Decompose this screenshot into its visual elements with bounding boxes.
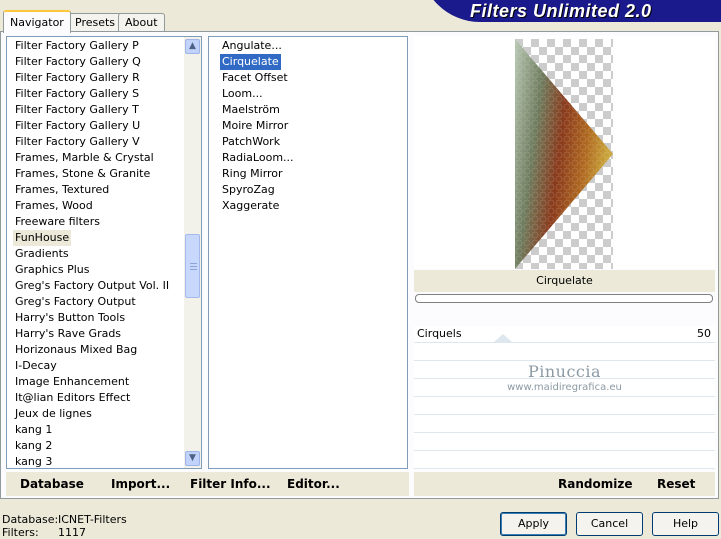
filter-item[interactable]: Angulate... bbox=[220, 38, 284, 54]
chevron-up-icon[interactable]: ▲ bbox=[185, 39, 200, 54]
watermark-url: www.maidiregrafica.eu bbox=[507, 382, 622, 393]
slider-label: Cirquels bbox=[417, 327, 462, 340]
slider-cirquels[interactable]: Cirquels 50 bbox=[414, 326, 715, 343]
slider-thumb[interactable] bbox=[494, 334, 513, 342]
category-item[interactable]: It@lian Editors Effect bbox=[13, 390, 132, 406]
filter-item[interactable]: Ring Mirror bbox=[220, 166, 285, 182]
randomize-button[interactable]: Randomize bbox=[558, 477, 632, 491]
filter-controls: Cirquels 50 bbox=[414, 326, 715, 469]
tab-navigator[interactable]: Navigator bbox=[3, 10, 71, 33]
category-item[interactable]: Gradients bbox=[13, 246, 71, 262]
reset-button[interactable]: Reset bbox=[657, 477, 695, 491]
category-item[interactable]: Horizonaus Mixed Bag bbox=[13, 342, 139, 358]
scrollbar-thumb[interactable] bbox=[185, 234, 200, 298]
empty-slider-row bbox=[414, 452, 715, 469]
category-item[interactable]: Frames, Marble & Crystal bbox=[13, 150, 156, 166]
title-banner: Filters Unlimited 2.0 bbox=[420, 0, 721, 22]
empty-slider-row bbox=[414, 416, 715, 433]
tab-about[interactable]: About bbox=[118, 13, 165, 31]
category-item[interactable]: Filter Factory Gallery S bbox=[13, 86, 141, 102]
database-label: Database: bbox=[2, 513, 59, 526]
import-button[interactable]: Import... bbox=[111, 477, 170, 491]
category-item[interactable]: Frames, Textured bbox=[13, 182, 111, 198]
filter-item[interactable]: SpyroZag bbox=[220, 182, 277, 198]
right-command-bar: Randomize Reset bbox=[414, 472, 715, 496]
category-item[interactable]: Graphics Plus bbox=[13, 262, 91, 278]
category-item[interactable]: Filter Factory Gallery Q bbox=[13, 54, 143, 70]
category-item[interactable]: Harry's Button Tools bbox=[13, 310, 127, 326]
editor-button[interactable]: Editor... bbox=[287, 477, 340, 491]
category-scrollbar[interactable]: ▲ ▼ bbox=[184, 37, 201, 468]
category-item[interactable]: I-Decay bbox=[13, 358, 59, 374]
filter-item[interactable]: Moire Mirror bbox=[220, 118, 290, 134]
category-item[interactable]: Greg's Factory Output bbox=[13, 294, 138, 310]
category-item[interactable]: kang 1 bbox=[13, 422, 54, 438]
tab-presets[interactable]: Presets bbox=[68, 13, 123, 31]
progress-bar bbox=[415, 294, 713, 303]
filter-list[interactable]: Angulate... Cirquelate Facet Offset Loom...… bbox=[208, 36, 408, 469]
help-button[interactable]: Help bbox=[652, 512, 719, 536]
filter-item[interactable]: Cirquelate bbox=[220, 54, 281, 70]
category-item[interactable]: Harry's Rave Grads bbox=[13, 326, 123, 342]
watermark-name: Pinuccia bbox=[527, 362, 602, 381]
cancel-button[interactable]: Cancel bbox=[576, 512, 643, 536]
category-item[interactable]: Image Enhancement bbox=[13, 374, 131, 390]
filter-item[interactable]: RadiaLoom... bbox=[220, 150, 296, 166]
category-item[interactable]: Frames, Stone & Granite bbox=[13, 166, 152, 182]
category-item[interactable]: Filter Factory Gallery U bbox=[13, 118, 142, 134]
category-item[interactable]: Filter Factory Gallery V bbox=[13, 134, 142, 150]
selected-filter-name: Cirquelate bbox=[414, 270, 715, 292]
category-list[interactable]: Filter Factory Gallery P Filter Factory G… bbox=[6, 36, 202, 469]
slider-track[interactable] bbox=[464, 327, 664, 328]
filter-item[interactable]: PatchWork bbox=[220, 134, 282, 150]
filter-item[interactable]: Xaggerate bbox=[220, 198, 281, 214]
category-item[interactable]: Filter Factory Gallery R bbox=[13, 70, 142, 86]
filters-count: 1117 bbox=[58, 526, 86, 539]
tab-bar: Navigator Presets About bbox=[0, 0, 420, 33]
category-item[interactable]: kang 3 bbox=[13, 454, 54, 468]
filter-item[interactable]: Facet Offset bbox=[220, 70, 290, 86]
category-item[interactable]: Filter Factory Gallery T bbox=[13, 102, 141, 118]
database-value: ICNET-Filters bbox=[58, 513, 127, 526]
preview-area bbox=[414, 36, 715, 269]
filter-info-button[interactable]: Filter Info... bbox=[190, 477, 271, 491]
category-item[interactable]: FunHouse bbox=[13, 230, 72, 246]
category-item[interactable]: Jeux de lignes bbox=[13, 406, 94, 422]
category-item[interactable]: Greg's Factory Output Vol. II bbox=[13, 278, 171, 294]
slider-value: 50 bbox=[697, 327, 711, 340]
filters-label: Filters: bbox=[2, 526, 39, 539]
app-title: Filters Unlimited 2.0 bbox=[470, 1, 652, 21]
chevron-down-icon[interactable]: ▼ bbox=[185, 451, 200, 466]
apply-button[interactable]: Apply bbox=[500, 512, 567, 536]
filter-item[interactable]: Loom... bbox=[220, 86, 265, 102]
empty-slider-row bbox=[414, 344, 715, 361]
empty-slider-row bbox=[414, 398, 715, 415]
left-command-bar: Database Import... Filter Info... Editor… bbox=[6, 472, 409, 496]
category-item[interactable]: Frames, Wood bbox=[13, 198, 95, 214]
empty-slider-row bbox=[414, 434, 715, 451]
category-item[interactable]: Filter Factory Gallery P bbox=[13, 38, 141, 54]
category-item[interactable]: kang 2 bbox=[13, 438, 54, 454]
database-button[interactable]: Database bbox=[20, 477, 84, 491]
preview-image bbox=[515, 39, 613, 269]
category-item[interactable]: Freeware filters bbox=[13, 214, 102, 230]
watermark: Pinuccia www.maidiregrafica.eu bbox=[414, 362, 715, 393]
filter-item[interactable]: Maelström bbox=[220, 102, 282, 118]
